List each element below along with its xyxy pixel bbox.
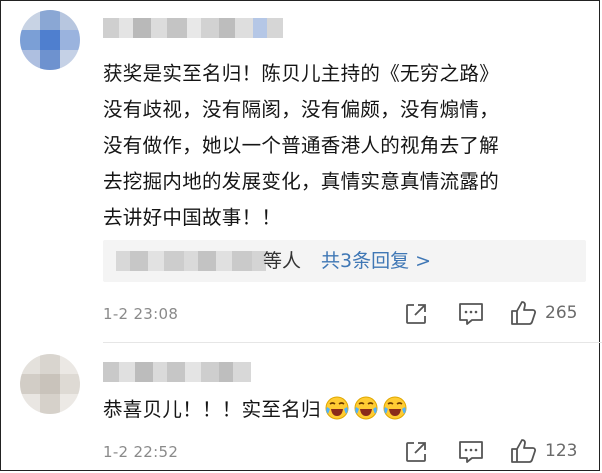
view-replies-link[interactable]: 共3条回复 >	[321, 248, 431, 274]
comment-text: 获奖是实至名归！陈贝儿主持的《无穷之路》 没有歧视，没有隔阂，没有偏颇，没有煽情…	[103, 56, 593, 236]
comment-icon[interactable]	[458, 440, 484, 464]
avatar[interactable]	[20, 10, 80, 70]
comment-time: 1-2 22:52	[103, 443, 179, 461]
username-blurred[interactable]	[103, 362, 251, 382]
like-icon[interactable]	[510, 300, 538, 326]
share-icon[interactable]	[404, 302, 428, 326]
comment-text: 恭喜贝儿！！！实至名归	[103, 392, 593, 428]
avatar[interactable]	[20, 354, 80, 414]
share-icon[interactable]	[404, 440, 428, 464]
comment-text-content: 恭喜贝儿！！！实至名归	[103, 398, 321, 421]
like-count: 265	[545, 303, 578, 323]
comment-text-line: 没有做作，她以一个普通香港人的视角去了解	[103, 134, 500, 157]
divider	[103, 342, 602, 343]
reply-suffix: 等人	[263, 250, 302, 272]
comment-text-line: 获奖是实至名归！陈贝儿主持的《无穷之路》	[103, 62, 500, 85]
like-icon[interactable]	[510, 438, 538, 464]
reply-usernames-blurred	[116, 251, 266, 271]
username-blurred[interactable]	[103, 18, 283, 38]
comment-text-line: 没有歧视，没有隔阂，没有偏颇，没有煽情，	[103, 98, 500, 121]
replies-preview[interactable]: 等人 共3条回复 >	[103, 240, 586, 282]
comment-text-line: 去挖掘内地的发展变化，真情实意真情流露的	[103, 170, 500, 193]
crying-laughing-emoji	[382, 395, 408, 421]
crying-laughing-emoji	[353, 395, 379, 421]
comment-text-line: 去讲好中国故事！！	[103, 206, 282, 229]
crying-laughing-emoji	[324, 395, 350, 421]
comment-time: 1-2 23:08	[103, 305, 179, 323]
like-count: 123	[545, 441, 578, 461]
comment-icon[interactable]	[458, 302, 484, 326]
